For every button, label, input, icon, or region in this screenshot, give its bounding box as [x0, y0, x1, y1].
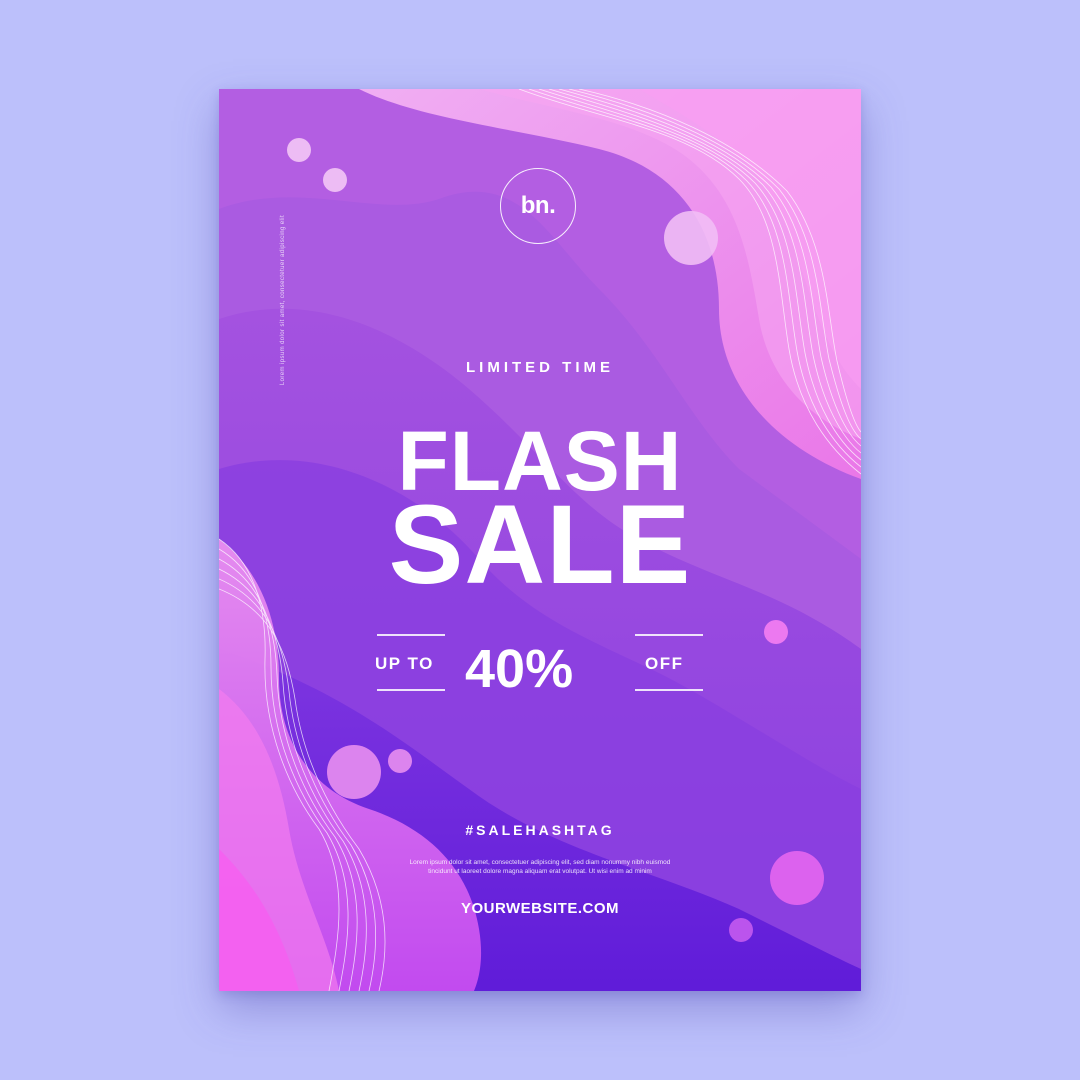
website-url: YOURWEBSITE.COM [460, 900, 620, 917]
divider-right-top [635, 634, 703, 636]
hashtag-text: #SALEHASHTAG [465, 822, 615, 838]
divider-left-bottom [377, 689, 445, 691]
offer-percentage: 40% [465, 639, 574, 699]
eyebrow-text: LIMITED TIME [466, 359, 614, 376]
body-text-line-1: Lorem ipsum dolor sit amet, consectetuer… [409, 859, 671, 866]
offer-row: UP TO 40% OFF [219, 634, 861, 699]
divider-right-bottom [635, 689, 703, 691]
vertical-side-text: Lorem ipsum dolor sit amet, consectetuer… [280, 214, 286, 386]
body-text: Lorem ipsum dolor sit amet, consectetuer… [340, 858, 740, 876]
brand-logo: bn. [500, 168, 576, 244]
headline-sale: SALE [388, 482, 692, 607]
divider-left-top [377, 634, 445, 636]
body-text-line-2: tincidunt ut laoreet dolore magna aliqua… [428, 868, 652, 875]
flash-sale-poster: bn. Lorem ipsum dolor sit amet, consecte… [219, 89, 861, 991]
offer-suffix: OFF [645, 654, 684, 673]
offer-prefix: UP TO [375, 654, 434, 673]
